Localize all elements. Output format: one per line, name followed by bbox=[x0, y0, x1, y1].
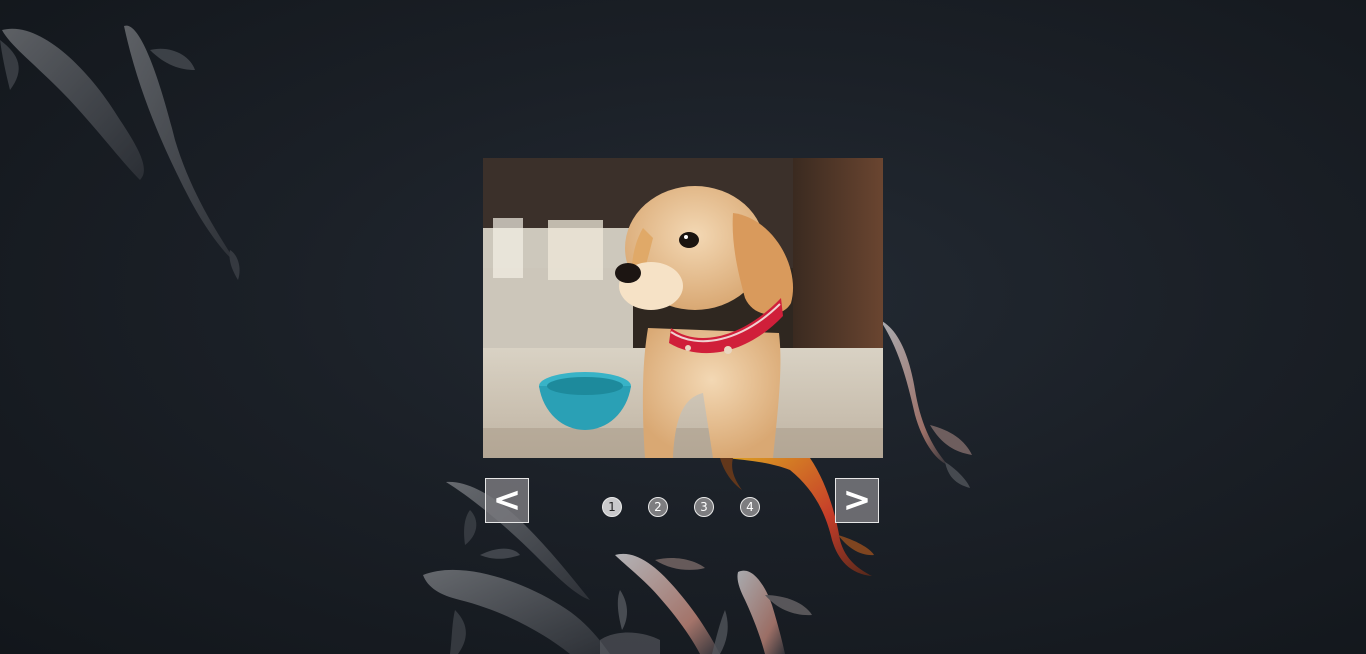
koi-fish-right bbox=[880, 320, 972, 488]
chevron-left-icon: < bbox=[492, 480, 522, 520]
slide-image bbox=[483, 158, 883, 458]
koi-fish-top-left bbox=[0, 25, 240, 280]
puppy-photo bbox=[483, 158, 883, 458]
prev-slide-button[interactable]: < bbox=[485, 478, 529, 523]
chevron-right-icon: > bbox=[842, 480, 872, 520]
koi-fish-bottom-right bbox=[712, 570, 812, 654]
slide-dot-2[interactable]: 2 bbox=[648, 497, 668, 517]
slide-dot-3[interactable]: 3 bbox=[694, 497, 714, 517]
slide-dot-4[interactable]: 4 bbox=[740, 497, 760, 517]
slide-pagination: 1 2 3 4 bbox=[602, 497, 786, 519]
slide-dot-1[interactable]: 1 bbox=[602, 497, 622, 517]
koi-fish-bottom-center bbox=[600, 553, 720, 654]
next-slide-button[interactable]: > bbox=[835, 478, 879, 523]
